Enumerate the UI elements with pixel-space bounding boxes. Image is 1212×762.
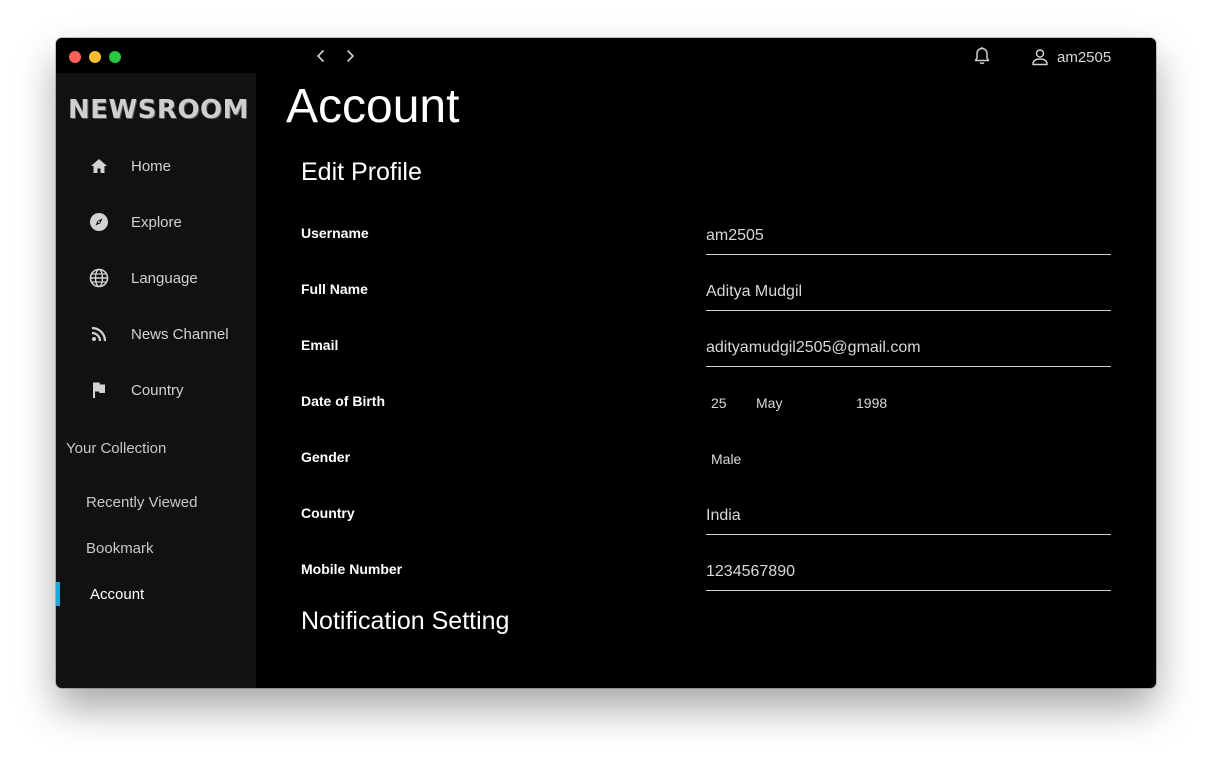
dob-day-select[interactable]: 25: [711, 395, 727, 411]
maximize-window-button[interactable]: [109, 51, 121, 63]
flag-icon: [93, 382, 105, 398]
country-value: India: [706, 507, 741, 524]
full-name-field[interactable]: Aditya Mudgil: [706, 275, 1111, 311]
dob-label: Date of Birth: [301, 393, 385, 409]
dob-month-select[interactable]: May: [756, 395, 782, 411]
mobile-value: 1234567890: [706, 563, 795, 580]
sidebar-item-country[interactable]: Country: [56, 368, 256, 412]
sidebar-item-home[interactable]: Home: [56, 144, 256, 188]
sidebar-item-label: News Channel: [131, 325, 229, 343]
mobile-label: Mobile Number: [301, 561, 403, 577]
full-name-value: Aditya Mudgil: [706, 283, 803, 300]
sidebar-item-label: Home: [131, 157, 172, 175]
chevron-left-icon: [316, 49, 325, 63]
mobile-field[interactable]: 1234567890: [706, 555, 1111, 591]
chevron-right-icon: [346, 49, 355, 63]
email-value: adityamudgil2505@gmail.com: [706, 339, 921, 356]
country-field[interactable]: India: [706, 499, 1111, 535]
full-name-label: Full Name: [301, 281, 368, 297]
home-icon: [91, 159, 107, 173]
email-field[interactable]: adityamudgil2505@gmail.com: [706, 331, 1111, 367]
sidebar-item-label: Country: [131, 381, 184, 399]
app-logo: NEWSROOM: [68, 95, 250, 125]
username-field[interactable]: am2505: [706, 219, 1111, 255]
forward-button[interactable]: [341, 47, 359, 65]
username-label: Username: [301, 225, 369, 241]
sidebar-item-label: Recently Viewed: [86, 493, 198, 511]
gender-select[interactable]: Male: [711, 451, 741, 467]
notification-setting-heading: Notification Setting: [301, 607, 510, 635]
country-label: Country: [301, 505, 355, 521]
main-content: Account Edit Profile Username am2505 Ful…: [256, 73, 1156, 688]
sidebar: NEWSROOM Home Explore Language News Chan…: [56, 73, 256, 688]
compass-icon: [90, 213, 108, 231]
dob-year-select[interactable]: 1998: [856, 395, 887, 411]
close-window-button[interactable]: [69, 51, 81, 63]
page-title: Account: [286, 80, 460, 133]
sidebar-item-news-channel[interactable]: News Channel: [56, 312, 256, 356]
rss-icon: [91, 326, 107, 342]
back-button[interactable]: [312, 47, 330, 65]
sidebar-item-bookmark[interactable]: Bookmark: [56, 530, 256, 566]
sidebar-item-language[interactable]: Language: [56, 256, 256, 300]
gender-label: Gender: [301, 449, 351, 465]
sidebar-item-label: Account: [90, 585, 145, 603]
user-name: am2505: [1057, 48, 1112, 66]
sidebar-item-label: Language: [131, 269, 198, 287]
active-indicator: [56, 582, 60, 606]
sidebar-item-explore[interactable]: Explore: [56, 200, 256, 244]
username-value: am2505: [706, 227, 764, 244]
globe-icon: [89, 268, 109, 288]
sidebar-item-label: Bookmark: [86, 539, 154, 557]
title-bar: am2505: [56, 38, 1156, 73]
collection-heading: Your Collection: [66, 440, 167, 457]
notifications-button[interactable]: [972, 46, 992, 66]
sidebar-item-recently-viewed[interactable]: Recently Viewed: [56, 484, 256, 520]
sidebar-item-label: Explore: [131, 213, 182, 231]
app-window: am2505 NEWSROOM Home Explore Language Ne…: [56, 38, 1156, 688]
email-label: Email: [301, 337, 339, 353]
minimize-window-button[interactable]: [89, 51, 101, 63]
user-menu[interactable]: am2505: [1031, 47, 1111, 67]
edit-profile-heading: Edit Profile: [301, 158, 422, 186]
user-icon: [1032, 49, 1048, 66]
bell-icon: [974, 47, 990, 65]
sidebar-item-account[interactable]: Account: [56, 576, 256, 612]
